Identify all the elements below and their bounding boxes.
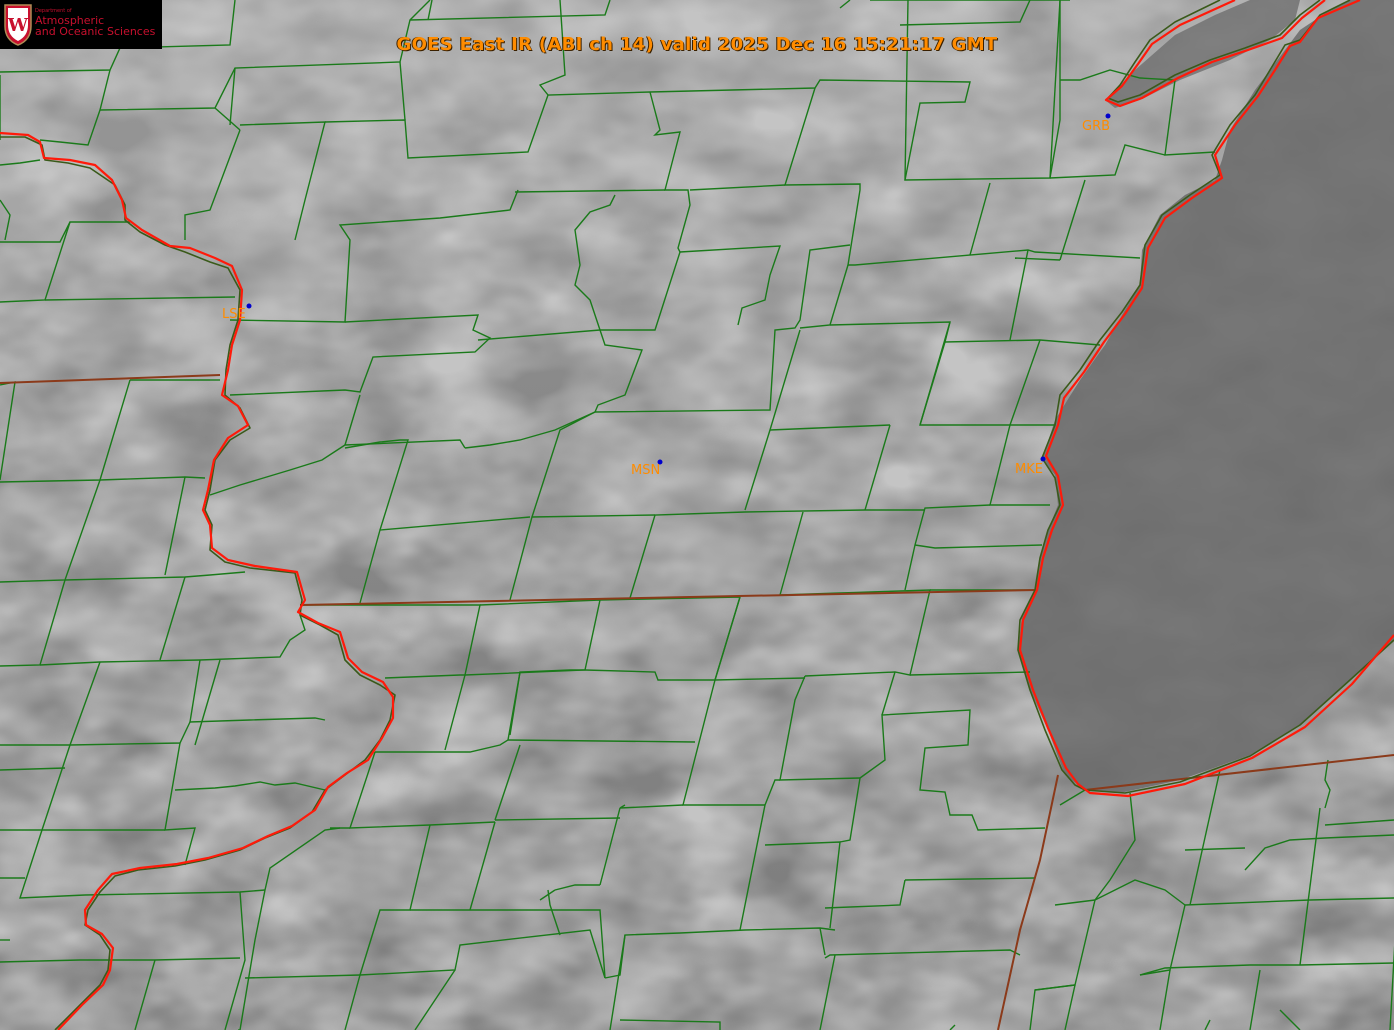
station-dot-lse [246,303,252,309]
station-label-lse[interactable]: LSE [222,307,246,322]
image-title: GOES East IR (ABI ch 14) valid 2025 Dec … [396,34,998,55]
logo-text: Department of Atmospheric and Oceanic Sc… [35,9,155,38]
station-dot-grb [1105,113,1111,119]
crest-letter: W [7,15,29,36]
station-dot-mke [1040,456,1046,462]
station-label-msn[interactable]: MSN [631,463,660,478]
station-label-mke[interactable]: MKE [1015,462,1043,477]
satellite-map: GRB LSE MSN MKE [0,0,1394,1030]
station-label-grb[interactable]: GRB [1082,119,1110,134]
